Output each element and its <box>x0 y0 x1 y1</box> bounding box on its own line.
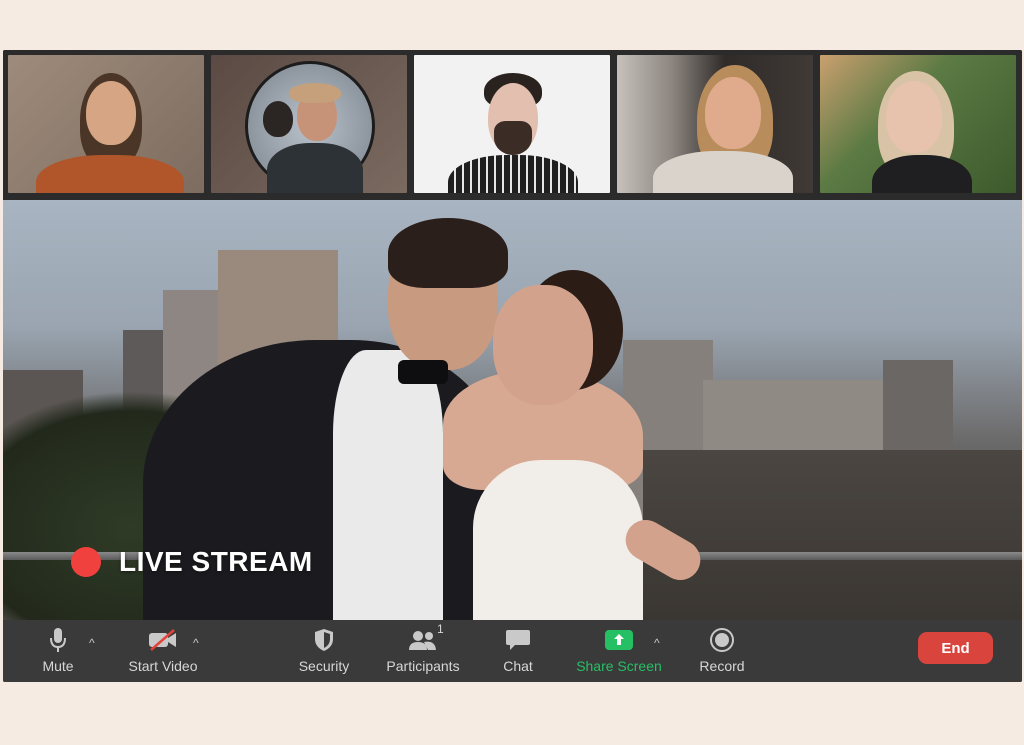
shield-icon <box>313 626 335 654</box>
participant-video-4[interactable] <box>617 55 813 193</box>
mute-button[interactable]: Mute <box>35 626 81 676</box>
live-stream-label: LIVE STREAM <box>119 546 313 577</box>
chat-bubble-icon <box>505 626 531 654</box>
record-icon <box>709 626 735 654</box>
chat-button[interactable]: Chat <box>498 626 538 676</box>
video-off-icon <box>147 626 179 654</box>
participant-thumbnail-strip <box>3 50 1022 198</box>
chat-label: Chat <box>503 658 533 674</box>
meeting-window: LIVE STREAM Mute ^ Start Video ^ Securit… <box>3 50 1022 682</box>
participant-video-3[interactable] <box>414 55 610 193</box>
participant-video-5[interactable] <box>820 55 1016 193</box>
share-screen-button[interactable]: Share Screen <box>573 626 665 676</box>
mute-label: Mute <box>42 658 74 674</box>
security-button[interactable]: Security <box>293 626 355 676</box>
security-label: Security <box>298 658 350 674</box>
start-video-label: Start Video <box>128 658 198 674</box>
groom-figure <box>143 340 503 620</box>
share-screen-label: Share Screen <box>576 658 662 674</box>
start-video-button[interactable]: Start Video <box>118 626 208 676</box>
share-options-caret[interactable]: ^ <box>654 636 660 650</box>
microphone-icon <box>50 626 66 654</box>
video-options-caret[interactable]: ^ <box>193 636 199 650</box>
people-icon: 1 <box>407 622 444 654</box>
participant-video-1[interactable] <box>8 55 204 193</box>
main-speaker-video: LIVE STREAM <box>3 200 1022 620</box>
live-stream-badge: LIVE STREAM <box>71 546 313 578</box>
participants-button[interactable]: 1 Participants <box>381 622 465 676</box>
end-meeting-button[interactable]: End <box>918 632 993 664</box>
live-indicator-dot <box>71 547 101 577</box>
participants-count: 1 <box>437 622 444 636</box>
participants-label: Participants <box>386 658 460 674</box>
record-label: Record <box>699 658 745 674</box>
mute-options-caret[interactable]: ^ <box>89 636 95 650</box>
share-screen-icon <box>604 626 634 654</box>
record-button[interactable]: Record <box>695 626 749 676</box>
meeting-toolbar: Mute ^ Start Video ^ Security 1 Particip… <box>3 620 1022 682</box>
participant-video-2[interactable] <box>211 55 407 193</box>
